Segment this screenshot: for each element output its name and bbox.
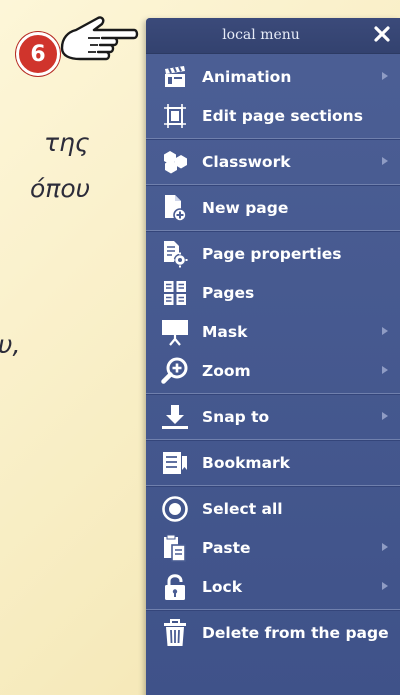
menu-section: New page (146, 185, 400, 231)
menu-item-label: Delete from the page (202, 623, 389, 642)
menu-section: Snap to (146, 394, 400, 440)
submenu-arrow-icon (382, 157, 388, 165)
menu-item-label: Bookmark (202, 453, 290, 472)
submenu-arrow-icon (382, 543, 388, 551)
menu-item-zoom[interactable]: Zoom (146, 351, 400, 390)
submenu-arrow-icon (382, 327, 388, 335)
submenu-arrow-icon (382, 366, 388, 374)
classwork-hexagons-icon (160, 147, 190, 177)
step-number-badge: 6 (16, 32, 60, 76)
submenu-arrow-icon (382, 72, 388, 80)
menu-item-label: Lock (202, 577, 243, 596)
menu-item-animation[interactable]: Animation (146, 57, 400, 96)
menu-section: Select all Paste Lock (146, 486, 400, 610)
close-icon (374, 26, 390, 42)
menu-item-label: Animation (202, 67, 292, 86)
menu-item-label: Mask (202, 322, 248, 341)
menu-item-lock[interactable]: Lock (146, 567, 400, 606)
submenu-arrow-icon (382, 412, 388, 420)
menu-section: Delete from the page (146, 610, 400, 655)
snap-to-icon (160, 402, 190, 432)
lock-icon (160, 572, 190, 602)
menu-item-page-properties[interactable]: Page properties (146, 234, 400, 273)
background-text-line-3: υ, (0, 330, 21, 359)
menu-section: Animation Edit page sections (146, 54, 400, 139)
new-page-icon (160, 193, 190, 223)
background-text-line-1: της (44, 128, 90, 157)
close-button[interactable] (370, 22, 394, 46)
menu-item-pages[interactable]: Pages (146, 273, 400, 312)
menu-item-delete-from-page[interactable]: Delete from the page (146, 613, 400, 652)
menu-item-classwork[interactable]: Classwork (146, 142, 400, 181)
mask-screen-icon (160, 317, 190, 347)
local-menu: local menu Animation Edit page sections … (146, 18, 400, 695)
menu-item-label: Pages (202, 283, 255, 302)
menu-section: Bookmark (146, 440, 400, 486)
pointing-hand-icon (60, 16, 139, 61)
menu-section: Classwork (146, 139, 400, 185)
menu-item-paste[interactable]: Paste (146, 528, 400, 567)
menu-item-label: Zoom (202, 361, 251, 380)
menu-item-edit-page-sections[interactable]: Edit page sections (146, 96, 400, 135)
trash-icon (160, 618, 190, 648)
menu-item-mask[interactable]: Mask (146, 312, 400, 351)
menu-item-snap-to[interactable]: Snap to (146, 397, 400, 436)
menu-item-label: Snap to (202, 407, 270, 426)
pages-grid-icon (160, 278, 190, 308)
menu-item-label: Edit page sections (202, 106, 363, 125)
page-sections-icon (160, 101, 190, 131)
select-all-icon (160, 494, 190, 524)
menu-header: local menu (146, 18, 400, 54)
menu-item-select-all[interactable]: Select all (146, 489, 400, 528)
menu-item-new-page[interactable]: New page (146, 188, 400, 227)
animation-clapper-icon (160, 62, 190, 92)
menu-item-label: Select all (202, 499, 283, 518)
background-text-line-2: όπου (30, 174, 91, 203)
page-properties-icon (160, 239, 190, 269)
menu-item-label: Classwork (202, 152, 291, 171)
menu-item-bookmark[interactable]: Bookmark (146, 443, 400, 482)
bookmark-icon (160, 448, 190, 478)
menu-section: Page properties Pages Mask Zoom (146, 231, 400, 394)
paste-icon (160, 533, 190, 563)
menu-item-label: Paste (202, 538, 251, 557)
menu-title: local menu (222, 27, 300, 43)
menu-item-label: New page (202, 198, 289, 217)
menu-item-label: Page properties (202, 244, 342, 263)
submenu-arrow-icon (382, 582, 388, 590)
zoom-icon (160, 356, 190, 386)
